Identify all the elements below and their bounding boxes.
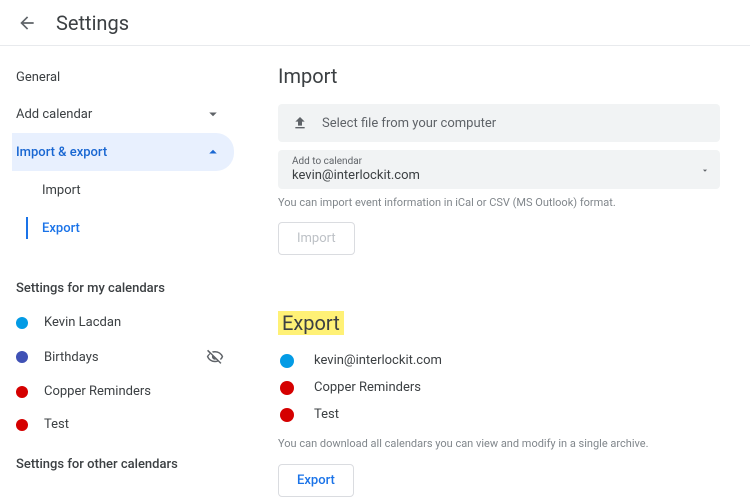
arrow-left-icon (17, 13, 37, 33)
nav-import-export[interactable]: Import & export (12, 133, 234, 171)
calendar-color-dot (16, 386, 28, 398)
nav-label: General (16, 70, 60, 85)
page-title: Settings (56, 11, 129, 35)
export-calendar-list: kevin@interlockit.com Copper Reminders T… (278, 347, 720, 428)
header: Settings (0, 0, 750, 46)
back-button[interactable] (14, 10, 40, 36)
nav-add-calendar[interactable]: Add calendar (12, 95, 234, 133)
calendar-item[interactable]: Copper Reminders (12, 375, 244, 408)
nav-general[interactable]: General (12, 60, 234, 95)
subnav-export[interactable]: Export (26, 209, 244, 247)
upload-label: Select file from your computer (322, 116, 496, 131)
import-help-text: You can import event information in iCal… (278, 195, 720, 210)
calendar-select-label: Add to calendar (292, 156, 690, 167)
calendar-select-value: kevin@interlockit.com (292, 168, 690, 183)
calendar-color-dot (16, 419, 28, 431)
calendar-color-dot (280, 381, 294, 395)
export-button[interactable]: Export (278, 464, 354, 497)
calendar-label: Test (44, 417, 234, 432)
calendar-label: Copper Reminders (44, 384, 234, 399)
nav-import-export-children: Import Export (12, 171, 244, 247)
calendar-color-dot (16, 317, 28, 329)
active-bar (26, 179, 28, 201)
calendar-color-dot (280, 354, 294, 368)
calendar-color-dot (16, 351, 28, 363)
export-help-text: You can download all calendars you can v… (278, 436, 720, 451)
nav-label: Add calendar (16, 107, 92, 122)
caret-down-icon (700, 160, 710, 179)
calendar-label: Kevin Lacdan (44, 315, 234, 330)
import-section: Import Select file from your computer Ad… (278, 64, 720, 255)
subnav-label: Export (42, 221, 80, 236)
export-calendar-label: kevin@interlockit.com (314, 353, 442, 368)
chevron-up-icon (204, 143, 222, 161)
calendar-select[interactable]: Add to calendar kevin@interlockit.com (278, 150, 720, 189)
content: General Add calendar Import & export Imp… (0, 46, 750, 504)
calendar-item[interactable]: Kevin Lacdan (12, 306, 244, 339)
export-calendar-item: Copper Reminders (278, 374, 720, 401)
export-calendar-item: Test (278, 401, 720, 428)
sidebar: General Add calendar Import & export Imp… (0, 46, 250, 504)
calendar-label: Birthdays (44, 350, 206, 365)
chevron-down-icon (204, 105, 222, 123)
upload-file-button[interactable]: Select file from your computer (278, 104, 720, 142)
export-calendar-item: kevin@interlockit.com (278, 347, 720, 374)
calendar-item[interactable]: Birthdays (12, 339, 244, 375)
active-bar (26, 217, 28, 239)
calendar-color-dot (280, 408, 294, 422)
import-title: Import (278, 64, 720, 88)
export-section: Export kevin@interlockit.com Copper Remi… (278, 311, 720, 496)
subnav-import[interactable]: Import (26, 171, 244, 209)
export-title: Export (278, 311, 344, 335)
export-calendar-label: Test (314, 407, 339, 422)
upload-icon (292, 115, 308, 131)
subnav-label: Import (42, 183, 81, 198)
nav-label: Import & export (16, 145, 107, 160)
calendar-item[interactable]: Test (12, 408, 244, 441)
import-button[interactable]: Import (278, 222, 355, 255)
visibility-off-icon (206, 348, 224, 366)
my-calendars-heading: Settings for my calendars (12, 265, 244, 306)
main: Import Select file from your computer Ad… (250, 46, 750, 504)
export-calendar-label: Copper Reminders (314, 380, 421, 395)
other-calendars-heading: Settings for other calendars (12, 441, 244, 482)
